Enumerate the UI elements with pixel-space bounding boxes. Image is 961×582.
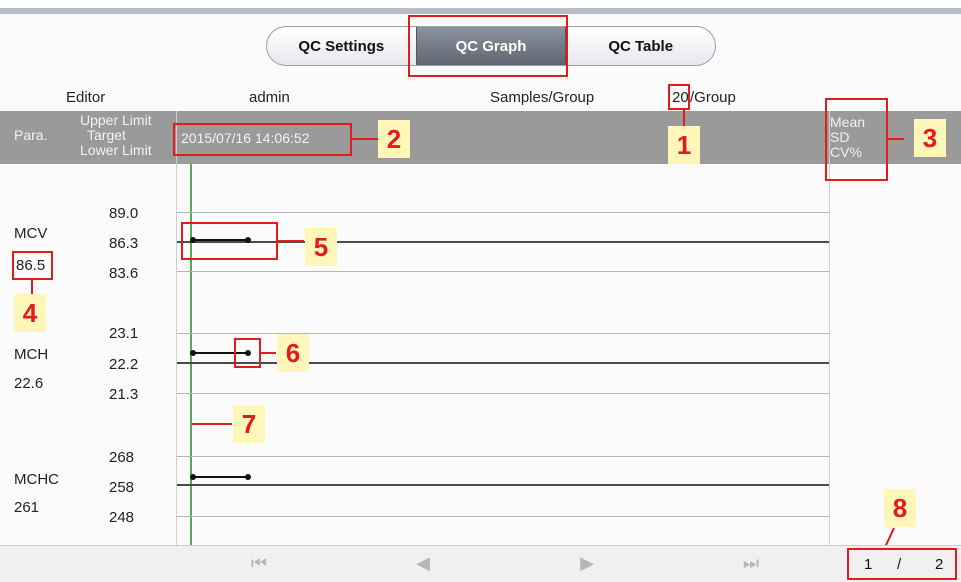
upper-limit-header: Upper Limit — [80, 112, 152, 128]
callout-number-8: 8 — [884, 489, 916, 527]
editor-label: Editor — [66, 89, 106, 106]
page-current: 1 — [864, 556, 873, 573]
mchc-upper-line — [177, 456, 829, 457]
callout-number-4: 4 — [14, 294, 46, 332]
mcv-upper-line — [177, 212, 829, 213]
mchc-point[interactable] — [190, 474, 196, 480]
next-page-button[interactable]: ▶ — [505, 547, 670, 579]
mch-target: 22.2 — [109, 356, 139, 373]
mch-upper-line — [177, 333, 829, 334]
callout-box-data-line — [181, 222, 278, 260]
mch-lower-line — [177, 393, 829, 394]
tab-qc-table[interactable]: QC Table — [566, 27, 715, 65]
editor-value: admin — [249, 89, 290, 106]
callout-box-stats — [825, 98, 888, 181]
callout-box-timestamp — [173, 123, 352, 156]
lower-limit-header: Lower Limit — [80, 142, 152, 158]
callout-number-2: 2 — [378, 120, 410, 158]
callout-number-7: 7 — [233, 405, 265, 443]
mcv-lower-line — [177, 271, 829, 272]
mchc-upper: 268 — [109, 449, 135, 466]
mchc-target: 258 — [109, 479, 135, 496]
mcv-lower: 83.6 — [109, 265, 139, 282]
callout-leader-6 — [261, 352, 276, 354]
param-value-mch: 22.6 — [14, 375, 44, 392]
mch-point[interactable] — [190, 350, 196, 356]
callout-leader-1 — [683, 110, 685, 126]
previous-page-button[interactable]: ◀ — [341, 547, 506, 579]
param-name-mchc: MCHC — [14, 471, 59, 488]
callout-box-data-point — [234, 338, 261, 368]
para-header: Para. — [14, 127, 48, 143]
last-page-button[interactable]: ⏭ — [669, 547, 833, 579]
left-column-divider — [176, 111, 177, 545]
callout-leader-3 — [888, 138, 904, 140]
target-header: Target — [87, 127, 126, 143]
mcv-target: 86.3 — [109, 235, 139, 252]
param-name-mch: MCH — [14, 346, 49, 363]
tab-qc-settings[interactable]: QC Settings — [267, 27, 416, 65]
mchc-point[interactable] — [245, 474, 251, 480]
mchc-target-line — [177, 484, 829, 486]
callout-leader-5 — [278, 240, 304, 242]
callout-box-qc-graph — [408, 15, 568, 77]
mch-target-line — [177, 362, 829, 364]
callout-number-1: 1 — [668, 126, 700, 164]
qc-panel — [0, 14, 961, 581]
mchc-lower-line — [177, 516, 829, 517]
callout-number-5: 5 — [305, 228, 337, 266]
mcv-upper: 89.0 — [109, 205, 139, 222]
mch-upper: 23.1 — [109, 325, 139, 342]
callout-leader-2 — [352, 138, 378, 140]
param-value-mchc: 261 — [14, 499, 40, 516]
samples-label: Samples/Group — [490, 89, 595, 106]
mchc-data-segment — [192, 476, 248, 478]
first-page-button[interactable]: ⏮ — [177, 547, 342, 579]
callout-box-samples — [668, 84, 690, 110]
callout-leader-7 — [192, 423, 232, 425]
samples-unit: /Group — [690, 89, 736, 106]
page-separator: / — [897, 556, 902, 573]
callout-number-3: 3 — [914, 119, 946, 157]
callout-box-mcv-value — [12, 251, 53, 280]
mch-lower: 21.3 — [109, 386, 139, 403]
callout-number-6: 6 — [277, 334, 309, 372]
mchc-lower: 248 — [109, 509, 135, 526]
callout-leader-4 — [31, 280, 33, 294]
param-name-mcv: MCV — [14, 225, 48, 242]
page-total: 2 — [935, 556, 944, 573]
